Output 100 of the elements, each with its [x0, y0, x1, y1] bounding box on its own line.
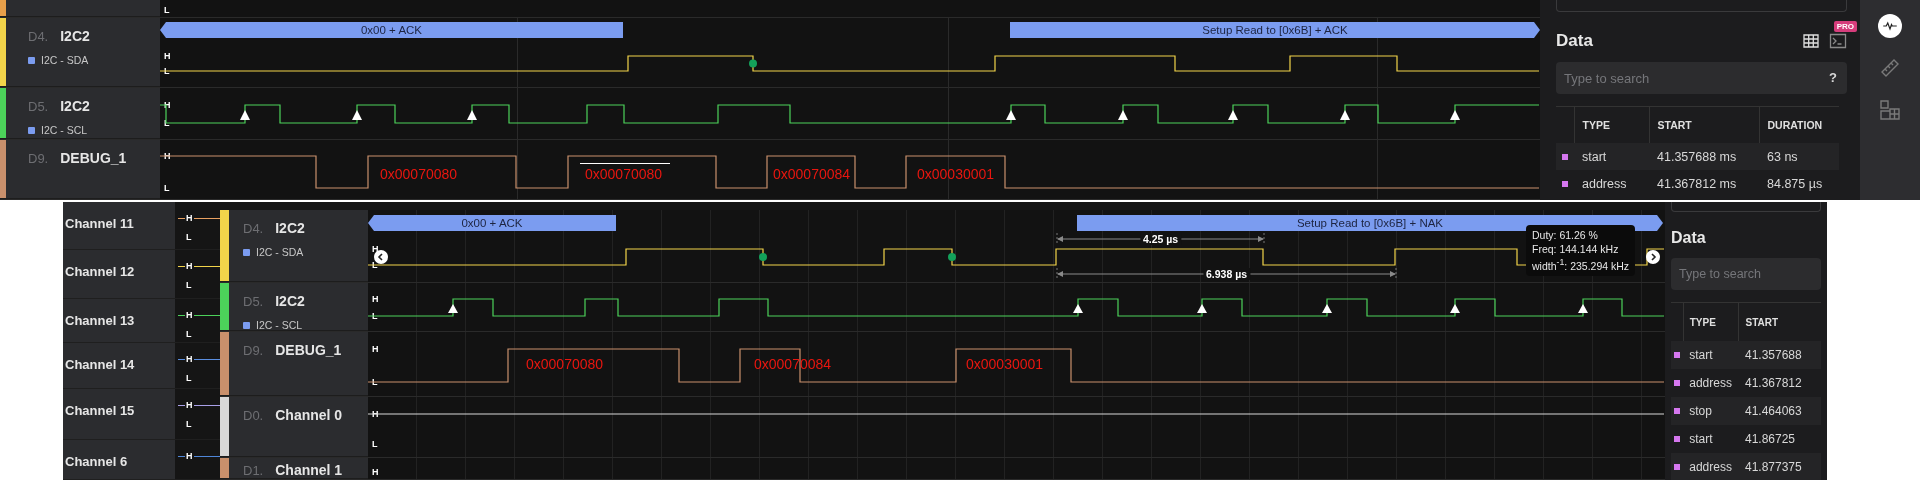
high-level-label: H	[372, 344, 379, 354]
channel-name: Channel 15	[64, 401, 136, 420]
high-level-label: H	[185, 310, 194, 321]
table-cell: 41.357688 ms	[1649, 143, 1759, 170]
marker-dot	[749, 59, 757, 68]
row-marker-icon	[1674, 380, 1681, 386]
table-cell: address	[1683, 453, 1739, 480]
high-level-label: H	[372, 467, 379, 477]
high-level-label: H	[164, 151, 171, 161]
row-marker-icon	[1674, 408, 1681, 414]
low-level-label: L	[164, 183, 170, 193]
channel-index: D9.	[243, 343, 264, 358]
high-level-label: H	[372, 409, 379, 419]
tooltip-line: width$^{-1}$: 235.294 kHz	[1532, 257, 1630, 272]
table-grid-icon[interactable]	[1803, 34, 1819, 48]
high-level-label: H	[164, 100, 171, 110]
rising-edge-arrow-icon	[1197, 304, 1207, 313]
table-cell: 41.357688	[1739, 341, 1821, 369]
pro-badge: PRO	[1833, 21, 1857, 32]
rising-edge-arrow-icon	[448, 304, 458, 313]
channel-index: D9.	[28, 151, 49, 166]
low-level-label: L	[372, 311, 378, 321]
help-icon[interactable]: ?	[1829, 70, 1837, 85]
channel-index: D5.	[28, 99, 49, 114]
high-level-label: H	[372, 244, 379, 254]
high-level-label: H	[185, 451, 194, 462]
low-level-label: L	[185, 279, 193, 290]
rising-edge-arrow-icon	[1073, 304, 1083, 313]
table-cell: start	[1574, 143, 1649, 170]
channel-name: Channel 6	[64, 453, 129, 472]
rising-edge-arrow-icon	[352, 110, 362, 120]
high-level-label: H	[372, 294, 379, 304]
channel-index: D0.	[243, 408, 264, 423]
activity-tool-button[interactable]	[1878, 14, 1902, 38]
channel-index: D4.	[28, 29, 49, 44]
chevron-left-icon	[377, 253, 385, 261]
rising-edge-arrow-icon	[1340, 110, 1350, 120]
debug-value-label: 0x00070084	[773, 166, 851, 182]
debug-value-label: 0x00070080	[585, 166, 663, 182]
table-cell: 41.464063	[1739, 397, 1821, 425]
measurement-label: 4.25 µs	[1139, 233, 1182, 245]
rising-edge-arrow-icon	[240, 110, 250, 120]
high-level-label: H	[164, 51, 171, 61]
analyzer-square-icon	[28, 56, 35, 64]
channel-name: I2C2	[60, 98, 90, 114]
high-level-label: H	[185, 213, 194, 223]
debug-value-label: 0x00030001	[917, 166, 995, 182]
low-level-label: L	[185, 418, 193, 429]
panel-title: Data	[1671, 229, 1706, 247]
search-field[interactable]: Type to search	[1671, 258, 1821, 290]
row-marker-icon	[1562, 180, 1568, 187]
next-edge-button[interactable]	[1646, 250, 1660, 264]
debug-value-label: 0x00070080	[380, 166, 458, 182]
analyzer-label: I2C - SCL	[256, 319, 303, 330]
channel-name: Channel 11	[64, 215, 135, 233]
table-cell: 84.875 µs	[1759, 170, 1839, 197]
analyzer-square-icon	[243, 321, 250, 329]
channel-name: Channel 1	[275, 462, 343, 478]
channel-name: Channel 0	[275, 407, 343, 423]
row-marker-icon	[1562, 153, 1568, 160]
low-level-label: L	[185, 373, 193, 383]
chevron-right-icon	[1649, 253, 1657, 261]
channel-index: D5.	[243, 294, 264, 309]
channel-name: DEBUG_1	[275, 342, 342, 358]
analyzer-label: I2C - SDA	[41, 54, 89, 66]
low-level-label: L	[185, 232, 193, 242]
rising-edge-arrow-icon	[1450, 304, 1460, 313]
table-cell: 41.367812	[1739, 369, 1821, 397]
decoded-frame-label: Setup Read to [0x6B] + NAK	[1077, 215, 1663, 231]
channel-name: I2C2	[275, 293, 305, 309]
rising-edge-arrow-icon	[1006, 110, 1016, 120]
marker-dot	[759, 253, 767, 261]
rising-edge-arrow-icon	[1228, 110, 1238, 120]
table-cell: 41.877375	[1739, 453, 1821, 480]
layout-icon	[1878, 98, 1902, 122]
layout-tool-button[interactable]	[1878, 98, 1902, 122]
channel-index: D4.	[243, 221, 264, 236]
high-level-label: H	[185, 260, 194, 271]
channel-name: I2C2	[60, 28, 90, 44]
panel-title: Data	[1556, 31, 1593, 51]
row-marker-icon	[1674, 464, 1681, 470]
terminal-icon[interactable]	[1829, 33, 1847, 49]
measurement-marker-line	[1395, 267, 1397, 281]
channel-name: Channel 14	[64, 356, 136, 374]
analyzer-square-icon	[28, 126, 35, 134]
table-cell: address	[1574, 170, 1649, 197]
table-cell: 63 ns	[1759, 143, 1839, 170]
decoded-frame-label: Setup Read to [0x6B] + ACK	[1010, 22, 1540, 38]
rising-edge-arrow-icon	[1578, 304, 1588, 313]
channel-name: I2C2	[275, 220, 305, 236]
analyzer-square-icon	[243, 248, 250, 256]
low-level-label: L	[372, 260, 378, 270]
previous-edge-button[interactable]	[374, 250, 388, 264]
table-cell: address	[1683, 369, 1739, 397]
low-level-label: L	[164, 118, 170, 128]
rising-edge-arrow-icon	[1450, 110, 1460, 120]
high-level-label: H	[185, 399, 194, 410]
analyzer-label: I2C - SDA	[256, 246, 304, 258]
low-level-label: L	[164, 5, 170, 15]
low-level-label: L	[372, 377, 378, 387]
